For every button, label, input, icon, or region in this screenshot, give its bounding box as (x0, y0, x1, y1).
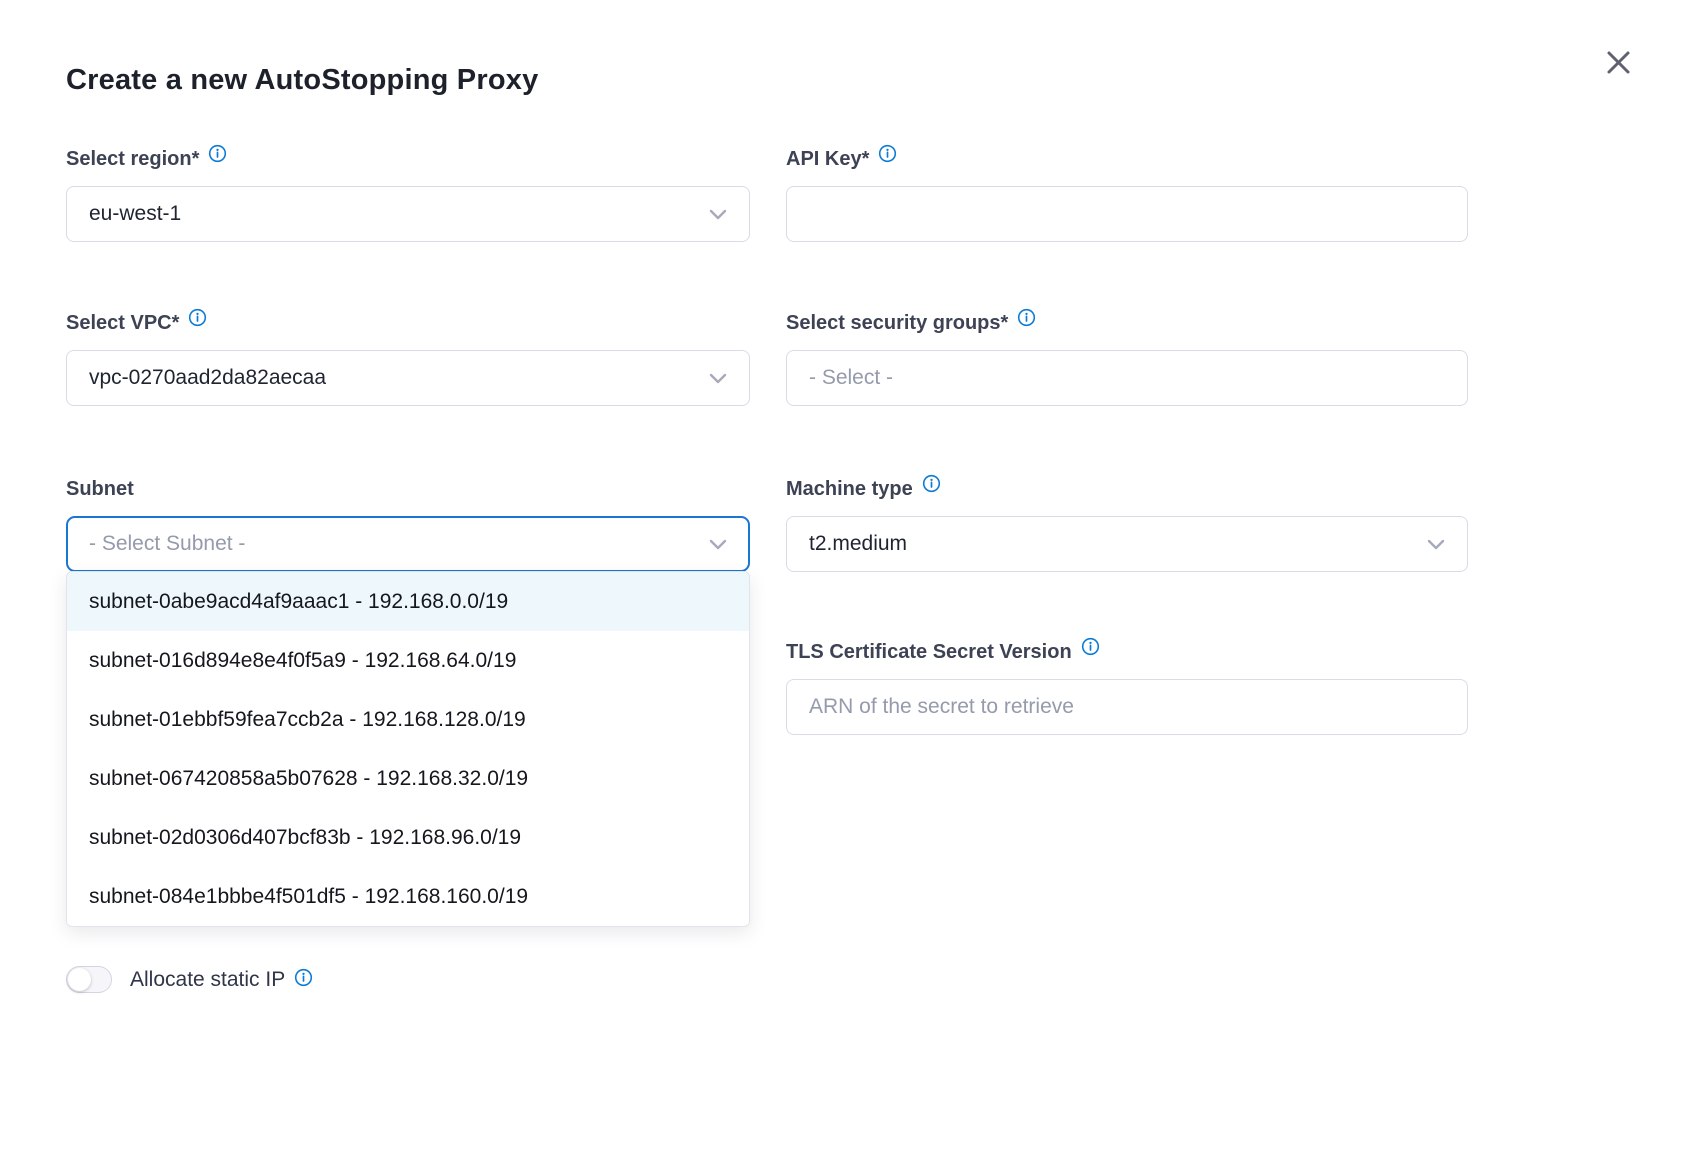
allocate-static-ip-toggle[interactable] (66, 966, 112, 993)
api-key-input[interactable] (786, 186, 1468, 242)
info-icon[interactable] (294, 968, 313, 987)
security-groups-field: Select security groups* - Select - (786, 310, 1468, 406)
machine-type-field: Machine type t2.medium (786, 476, 1468, 572)
page-title: Create a new AutoStopping Proxy (66, 64, 538, 97)
close-icon[interactable] (1594, 38, 1642, 86)
toggle-knob (68, 968, 91, 991)
create-autostopping-proxy-dialog: Create a new AutoStopping Proxy Select r… (0, 0, 1700, 1168)
info-icon[interactable] (1017, 308, 1036, 327)
vpc-field: Select VPC* vpc-0270aad2da82aecaa (66, 310, 750, 406)
subnet-select[interactable]: - Select Subnet - (66, 516, 750, 572)
subnet-option[interactable]: subnet-01ebbf59fea7ccb2a - 192.168.128.0… (67, 690, 749, 749)
machine-type-select[interactable]: t2.medium (786, 516, 1468, 572)
info-icon[interactable] (188, 308, 207, 327)
vpc-label: Select VPC* (66, 310, 179, 336)
subnet-option[interactable]: subnet-084e1bbbe4f501df5 - 192.168.160.0… (67, 867, 749, 926)
subnet-option[interactable]: subnet-067420858a5b07628 - 192.168.32.0/… (67, 749, 749, 808)
tls-secret-field: TLS Certificate Secret Version (786, 639, 1468, 735)
allocate-static-ip-label: Allocate static IP (130, 968, 285, 992)
allocate-static-ip-row: Allocate static IP (66, 966, 313, 993)
chevron-down-icon (709, 373, 727, 384)
subnet-placeholder: - Select Subnet - (89, 532, 245, 556)
subnet-option[interactable]: subnet-0abe9acd4af9aaac1 - 192.168.0.0/1… (67, 572, 749, 631)
region-value: eu-west-1 (89, 202, 181, 226)
info-icon[interactable] (208, 144, 227, 163)
info-icon[interactable] (1081, 637, 1100, 656)
region-select[interactable]: eu-west-1 (66, 186, 750, 242)
security-groups-label: Select security groups* (786, 310, 1008, 336)
subnet-option[interactable]: subnet-016d894e8e4f0f5a9 - 192.168.64.0/… (67, 631, 749, 690)
tls-secret-input[interactable] (786, 679, 1468, 735)
subnet-field: Subnet - Select Subnet - (66, 476, 750, 572)
chevron-down-icon (1427, 539, 1445, 550)
vpc-value: vpc-0270aad2da82aecaa (89, 366, 326, 390)
info-icon[interactable] (922, 474, 941, 493)
subnet-option[interactable]: subnet-02d0306d407bcf83b - 192.168.96.0/… (67, 808, 749, 867)
machine-type-label: Machine type (786, 476, 913, 502)
region-field: Select region* eu-west-1 (66, 146, 750, 242)
api-key-field: API Key* (786, 146, 1468, 242)
region-label: Select region* (66, 146, 199, 172)
security-groups-select[interactable]: - Select - (786, 350, 1468, 406)
tls-secret-label: TLS Certificate Secret Version (786, 639, 1072, 665)
vpc-select[interactable]: vpc-0270aad2da82aecaa (66, 350, 750, 406)
subnet-options-dropdown: subnet-0abe9acd4af9aaac1 - 192.168.0.0/1… (66, 571, 750, 927)
close-x-glyph (1605, 49, 1632, 76)
chevron-down-icon (709, 539, 727, 550)
chevron-down-icon (709, 209, 727, 220)
info-icon[interactable] (878, 144, 897, 163)
api-key-label: API Key* (786, 146, 869, 172)
subnet-label: Subnet (66, 476, 134, 502)
machine-type-value: t2.medium (809, 532, 907, 556)
security-groups-placeholder: - Select - (809, 366, 893, 390)
